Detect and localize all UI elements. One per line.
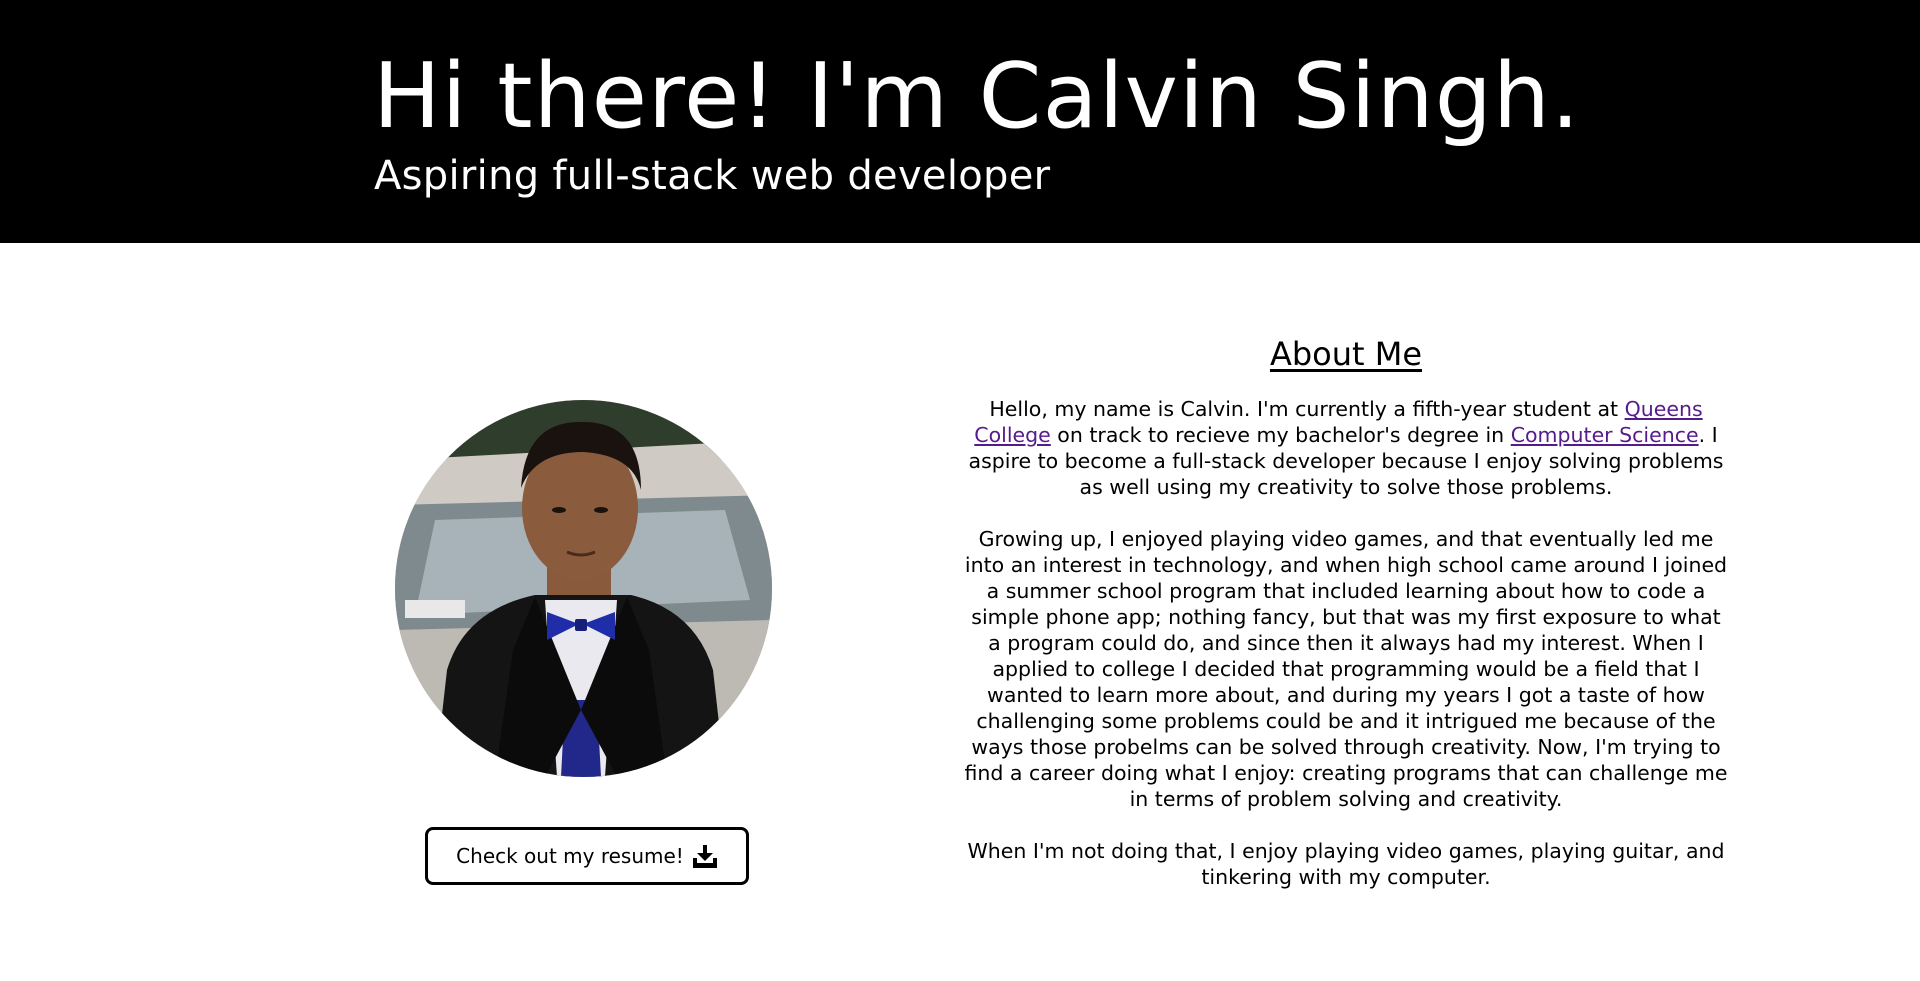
about-paragraph-intro: Hello, my name is Calvin. I'm currently …: [962, 396, 1730, 500]
about-paragraph-background: Growing up, I enjoyed playing video game…: [964, 527, 1728, 812]
about-heading: About Me: [1269, 335, 1423, 373]
page-title: Hi there! I'm Calvin Singh.: [373, 44, 1581, 149]
about-intro-text: Hello, my name is Calvin. I'm currently …: [989, 397, 1625, 422]
about-paragraph-hobbies: When I'm not doing that, I enjoy playing…: [967, 839, 1725, 890]
profile-photo-illustration: [395, 400, 772, 777]
download-icon: [692, 843, 718, 869]
about-intro-text-2: on track to recieve my bachelor's degree…: [1050, 423, 1511, 448]
profile-photo: [395, 400, 772, 777]
resume-button[interactable]: Check out my resume!: [425, 827, 749, 885]
about-section: About Me Hello, my name is Calvin. I'm c…: [962, 335, 1730, 916]
resume-button-label: Check out my resume!: [456, 844, 684, 868]
hero-header: Hi there! I'm Calvin Singh. Aspiring ful…: [0, 0, 1920, 243]
computer-science-link[interactable]: Computer Science: [1511, 423, 1699, 447]
page-subtitle: Aspiring full-stack web developer: [374, 153, 1051, 199]
